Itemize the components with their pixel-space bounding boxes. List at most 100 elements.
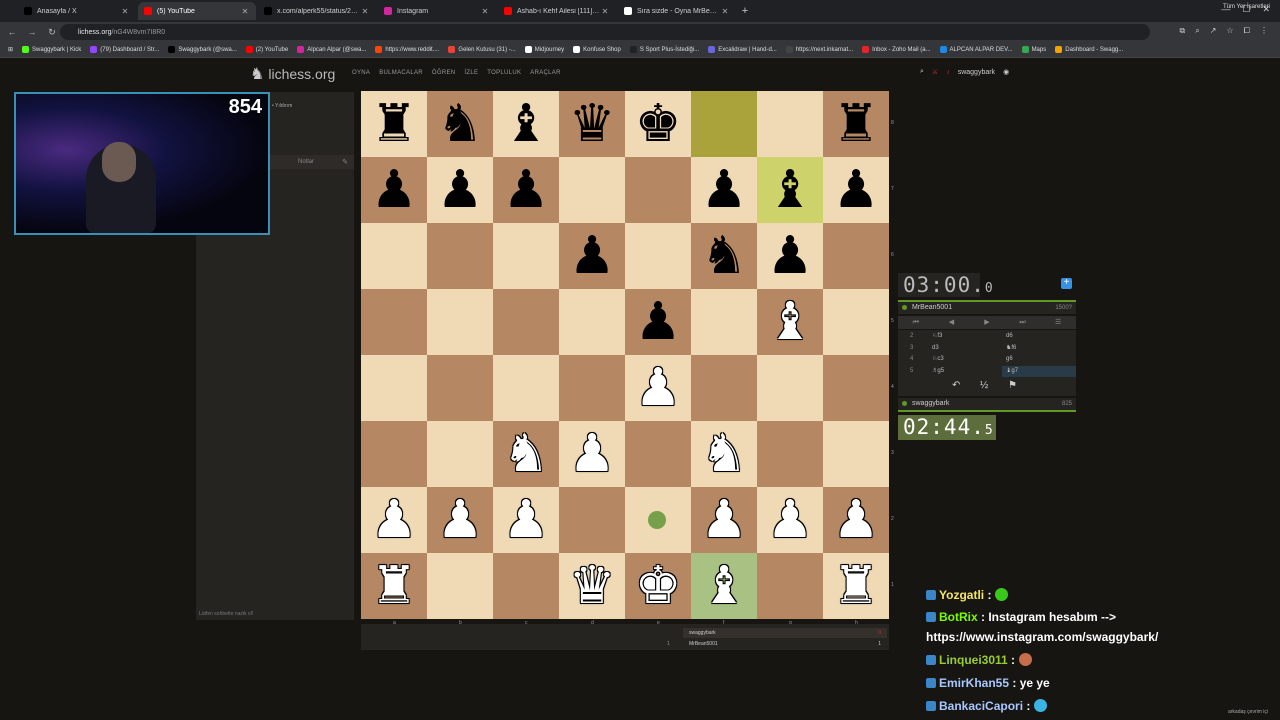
black-bishop-icon[interactable]: ♝ bbox=[493, 91, 559, 157]
square-a3[interactable] bbox=[361, 421, 427, 487]
notification-bell-icon[interactable]: ♪ bbox=[946, 69, 950, 76]
black-move-current[interactable]: ♝g7 bbox=[1002, 365, 1076, 377]
opponent-name[interactable]: MrBean5001 bbox=[912, 304, 952, 311]
square-c1[interactable] bbox=[493, 553, 559, 619]
close-tab-icon[interactable]: ✕ bbox=[120, 7, 130, 16]
browser-tab[interactable]: Ashab-ı Kehf Ailesi [111] - bayl...✕ bbox=[498, 2, 616, 20]
black-pawn-icon[interactable]: ♟ bbox=[757, 223, 823, 289]
white-pawn-icon[interactable]: ♟ bbox=[361, 487, 427, 553]
prev-move-icon[interactable]: ◀ bbox=[934, 316, 970, 329]
reload-icon[interactable]: ↻ bbox=[44, 27, 60, 38]
all-bookmarks[interactable]: Tüm Yer İşaretleri bbox=[1223, 4, 1270, 10]
user-menu[interactable]: swaggybark bbox=[958, 69, 995, 76]
square-d5[interactable] bbox=[559, 289, 625, 355]
last-move-icon[interactable]: ⏭ bbox=[1005, 316, 1041, 329]
square-b6[interactable] bbox=[427, 223, 493, 289]
nav-item[interactable]: ÖĞREN bbox=[432, 70, 456, 76]
white-pawn-icon[interactable]: ♟ bbox=[823, 487, 889, 553]
square-g1[interactable] bbox=[757, 553, 823, 619]
square-g3[interactable] bbox=[757, 421, 823, 487]
takeback-button[interactable]: ↶ bbox=[952, 380, 960, 391]
offer-draw-button[interactable]: ½ bbox=[980, 380, 988, 391]
nav-item[interactable]: İZLE bbox=[464, 70, 478, 76]
square-b1[interactable] bbox=[427, 553, 493, 619]
bookmark-item[interactable]: Gelen Kutusu (31) -... bbox=[448, 46, 516, 53]
black-pawn-icon[interactable]: ♟ bbox=[625, 289, 691, 355]
square-h6[interactable] bbox=[823, 223, 889, 289]
browser-tab[interactable]: Anasayfa / X ✕ bbox=[18, 2, 136, 20]
move-destination-dot[interactable] bbox=[648, 511, 666, 529]
star-icon[interactable]: ☆ bbox=[1226, 26, 1233, 36]
forward-icon[interactable]: → bbox=[24, 27, 40, 37]
white-bishop-icon[interactable]: ♝ bbox=[757, 289, 823, 355]
white-move[interactable]: ♘f3 bbox=[932, 331, 942, 342]
close-tab-icon[interactable]: ✕ bbox=[240, 7, 250, 16]
chat-username[interactable]: Linquei3011 bbox=[939, 653, 1008, 667]
next-move-icon[interactable]: ▶ bbox=[969, 316, 1005, 329]
first-move-icon[interactable]: ⏮ bbox=[898, 316, 934, 329]
lichess-logo[interactable]: ♞ lichess.org bbox=[250, 64, 335, 84]
chat-input[interactable]: Lütfen sohbette nazik ol! bbox=[196, 608, 354, 620]
chat-username[interactable]: EmirKhan55 bbox=[939, 676, 1009, 690]
browser-tab[interactable]: Sıra sizde - Oyna MrBean5001✕ bbox=[618, 2, 736, 20]
square-c5[interactable] bbox=[493, 289, 559, 355]
square-h4[interactable] bbox=[823, 355, 889, 421]
apps-grid-icon[interactable]: ⊞ bbox=[8, 46, 13, 53]
close-tab-icon[interactable]: ✕ bbox=[600, 7, 610, 16]
white-pawn-icon[interactable]: ♟ bbox=[691, 487, 757, 553]
square-c4[interactable] bbox=[493, 355, 559, 421]
new-tab-button[interactable]: + bbox=[738, 5, 752, 17]
black-pawn-icon[interactable]: ♟ bbox=[361, 157, 427, 223]
black-knight-icon[interactable]: ♞ bbox=[691, 223, 757, 289]
square-h3[interactable] bbox=[823, 421, 889, 487]
square-d4[interactable] bbox=[559, 355, 625, 421]
white-pawn-icon[interactable]: ♟ bbox=[757, 487, 823, 553]
chat-username[interactable]: Yozgatli bbox=[939, 588, 984, 602]
close-tab-icon[interactable]: ✕ bbox=[720, 7, 730, 16]
black-rook-icon[interactable]: ♜ bbox=[823, 91, 889, 157]
nav-item[interactable]: TOPLULUK bbox=[487, 70, 521, 76]
black-king-icon[interactable]: ♚ bbox=[625, 91, 691, 157]
bookmark-item[interactable]: (2) YouTube bbox=[245, 46, 288, 53]
square-h5[interactable] bbox=[823, 289, 889, 355]
black-move[interactable]: ♞f6 bbox=[1006, 343, 1016, 354]
chat-username[interactable]: BotRix bbox=[939, 610, 978, 624]
add-time-button[interactable]: + bbox=[1061, 278, 1072, 289]
white-knight-icon[interactable]: ♞ bbox=[493, 421, 559, 487]
white-pawn-icon[interactable]: ♟ bbox=[493, 487, 559, 553]
bookmark-item[interactable]: (79) Dashboard / Str... bbox=[90, 46, 159, 53]
url-field[interactable]: lichess.org/nG4W8vm7I8R0 bbox=[60, 24, 1150, 40]
menu-icon[interactable]: ⋮ bbox=[1260, 26, 1268, 36]
white-move[interactable]: ♗g5 bbox=[932, 366, 944, 377]
challenge-icon[interactable]: ⚔ bbox=[932, 68, 938, 76]
bookmark-item[interactable]: Swaggybark | Kick bbox=[22, 46, 81, 53]
install-icon[interactable]: ⧉ bbox=[1180, 26, 1186, 36]
white-king-icon[interactable]: ♚ bbox=[625, 553, 691, 619]
black-pawn-icon[interactable]: ♟ bbox=[823, 157, 889, 223]
square-e7[interactable] bbox=[625, 157, 691, 223]
chat-username[interactable]: BankaciCapori bbox=[939, 699, 1023, 713]
square-f8[interactable] bbox=[691, 91, 757, 157]
extensions-icon[interactable]: ⧠ bbox=[1244, 26, 1250, 36]
black-pawn-icon[interactable]: ♟ bbox=[493, 157, 559, 223]
black-move[interactable]: d6 bbox=[1006, 331, 1013, 342]
close-tab-icon[interactable]: ✕ bbox=[480, 7, 490, 16]
bookmark-item[interactable]: Swaggybark (@swa... bbox=[168, 46, 237, 53]
back-icon[interactable]: ← bbox=[4, 27, 20, 37]
square-c6[interactable] bbox=[493, 223, 559, 289]
square-d7[interactable] bbox=[559, 157, 625, 223]
square-b5[interactable] bbox=[427, 289, 493, 355]
bookmark-item[interactable]: Inbox - Zoho Mail (a... bbox=[862, 46, 931, 53]
chess-board[interactable]: ♜ ♞ ♝ ♛ ♚ ♜ ♟ ♟ ♟ ♟ ♝ ♟ ♟ ♞ ♟ ♟ ♝ ♟ ♞ ♟ ♞ ♟ ♟ ♟ ♟ ♟ ♟ ♜ ♛ ♚ ♝ ♜ bbox=[361, 91, 889, 619]
bookmark-item[interactable]: https://www.reddit.... bbox=[375, 46, 439, 53]
black-move[interactable]: g6 bbox=[1006, 354, 1013, 365]
bookmark-item[interactable]: Midjourney bbox=[524, 46, 564, 53]
nav-item[interactable]: OYNA bbox=[352, 70, 370, 76]
search-icon[interactable]: ⌕ bbox=[920, 68, 924, 76]
friends-online[interactable]: arkadaş çevrim içi bbox=[1228, 709, 1268, 715]
white-rook-icon[interactable]: ♜ bbox=[361, 553, 427, 619]
menu-icon[interactable]: ☰ bbox=[1040, 316, 1076, 329]
black-pawn-icon[interactable]: ♟ bbox=[559, 223, 625, 289]
nav-item[interactable]: ARAÇLAR bbox=[530, 70, 560, 76]
browser-tab[interactable]: x.com/alperk55/status/200989...✕ bbox=[258, 2, 376, 20]
